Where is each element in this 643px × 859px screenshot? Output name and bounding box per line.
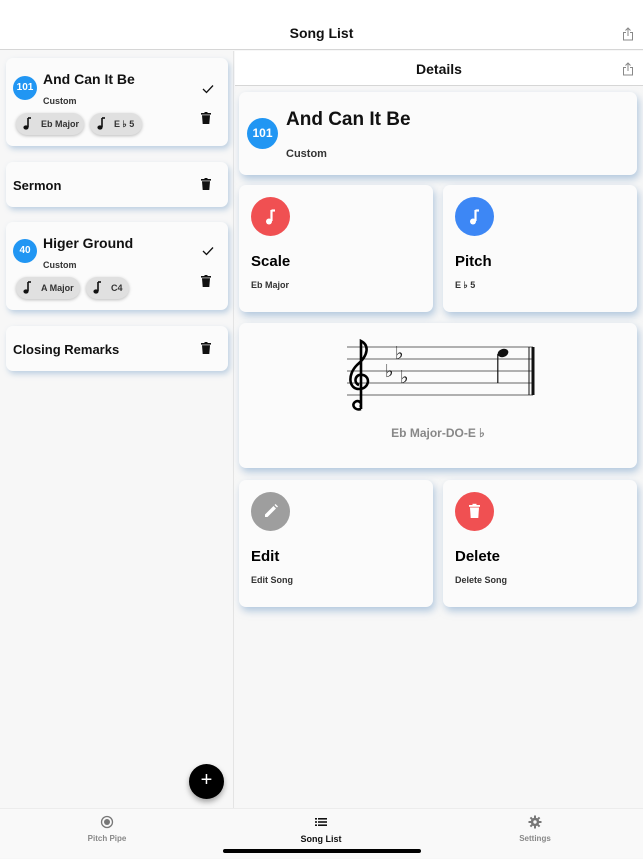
tab-settings[interactable]: Settings [428, 809, 642, 859]
tab-label: Pitch Pipe [87, 834, 127, 843]
delete-title: Delete [455, 548, 501, 565]
share-icon[interactable] [622, 62, 634, 76]
section-card[interactable]: Closing Remarks [6, 326, 228, 371]
scale-chip[interactable]: A Major [16, 277, 80, 299]
music-staff: ♭ ♭ ♭ [347, 339, 535, 411]
details-title: Details [416, 61, 462, 77]
staff-caption: Eb Major-DO-E ♭ [391, 426, 485, 440]
share-icon[interactable] [622, 27, 634, 41]
delete-icon-circle [455, 492, 494, 531]
pitch-title: Pitch [455, 253, 492, 270]
scale-value: Eb Major [251, 280, 290, 290]
top-nav-bar: Song List [0, 0, 643, 50]
svg-text:♭: ♭ [395, 343, 404, 364]
home-indicator [223, 849, 421, 853]
song-subtitle: Custom [43, 96, 77, 106]
music-note-icon [93, 281, 101, 294]
song-number-badge: 101 [13, 76, 37, 100]
chip-label: E ♭ 5 [114, 119, 135, 129]
music-note-icon [470, 209, 479, 225]
music-note-icon [266, 209, 275, 225]
checkmark-icon[interactable] [202, 246, 214, 256]
pitch-chip[interactable]: E ♭ 5 [90, 113, 142, 135]
scale-card[interactable]: Scale Eb Major [239, 185, 433, 312]
trash-icon[interactable] [201, 342, 211, 354]
pitch-icon-circle [455, 197, 494, 236]
pitch-value: E ♭ 5 [455, 280, 476, 290]
scale-icon-circle [251, 197, 290, 236]
svg-text:♭: ♭ [385, 361, 394, 382]
section-title: Sermon [13, 178, 62, 193]
song-subtitle: Custom [43, 260, 77, 270]
music-note-icon [23, 281, 31, 294]
tab-label: Settings [519, 834, 551, 843]
song-title: Higer Ground [43, 235, 134, 251]
radio-button-icon [100, 815, 114, 829]
section-title: Closing Remarks [13, 342, 120, 357]
trash-icon[interactable] [201, 178, 211, 190]
pencil-icon [265, 504, 278, 517]
tab-pitch-pipe[interactable]: Pitch Pipe [0, 809, 214, 859]
section-card[interactable]: Sermon [6, 162, 228, 207]
trash-icon[interactable] [201, 275, 211, 287]
trash-icon [469, 503, 480, 518]
app-title: Song List [289, 25, 354, 41]
svg-text:♭: ♭ [400, 367, 409, 388]
song-number-badge: 101 [247, 118, 278, 149]
pitch-card[interactable]: Pitch E ♭ 5 [443, 185, 637, 312]
delete-card[interactable]: Delete Delete Song [443, 480, 637, 607]
song-number-badge: 40 [13, 239, 37, 263]
note-head [497, 348, 509, 383]
song-title: And Can It Be [286, 109, 411, 130]
edit-card[interactable]: Edit Edit Song [239, 480, 433, 607]
trash-icon[interactable] [201, 112, 211, 124]
song-subtitle: Custom [286, 148, 327, 160]
music-note-icon [97, 117, 105, 130]
flat-signs: ♭ ♭ ♭ [385, 343, 409, 388]
song-title: And Can It Be [43, 71, 135, 87]
add-song-button[interactable]: + [189, 764, 224, 799]
music-note-icon [23, 117, 31, 130]
chip-label: Eb Major [41, 119, 80, 129]
chip-label: C4 [111, 283, 123, 293]
tab-label: Song List [300, 834, 342, 844]
edit-subtitle: Edit Song [251, 575, 293, 585]
gear-icon [528, 815, 542, 829]
treble-clef [349, 339, 370, 411]
list-icon [315, 818, 327, 826]
delete-subtitle: Delete Song [455, 575, 508, 585]
edit-title: Edit [251, 548, 280, 565]
chip-label: A Major [41, 283, 74, 293]
song-card[interactable]: 40 Higer Ground Custom A Major C4 [6, 222, 228, 310]
edit-icon-circle [251, 492, 290, 531]
details-header: Details [235, 51, 643, 86]
song-card[interactable]: 101 And Can It Be Custom Eb Major E ♭ 5 [6, 58, 228, 146]
song-list-panel: 101 And Can It Be Custom Eb Major E ♭ 5 … [0, 51, 234, 808]
staff-card: ♭ ♭ ♭ Eb Major-DO-E ♭ [239, 323, 637, 468]
song-summary-card: 101 And Can It Be Custom [239, 92, 637, 175]
checkmark-icon[interactable] [202, 84, 214, 94]
scale-title: Scale [251, 253, 291, 270]
scale-chip[interactable]: Eb Major [16, 113, 84, 135]
pitch-chip[interactable]: C4 [86, 277, 129, 299]
